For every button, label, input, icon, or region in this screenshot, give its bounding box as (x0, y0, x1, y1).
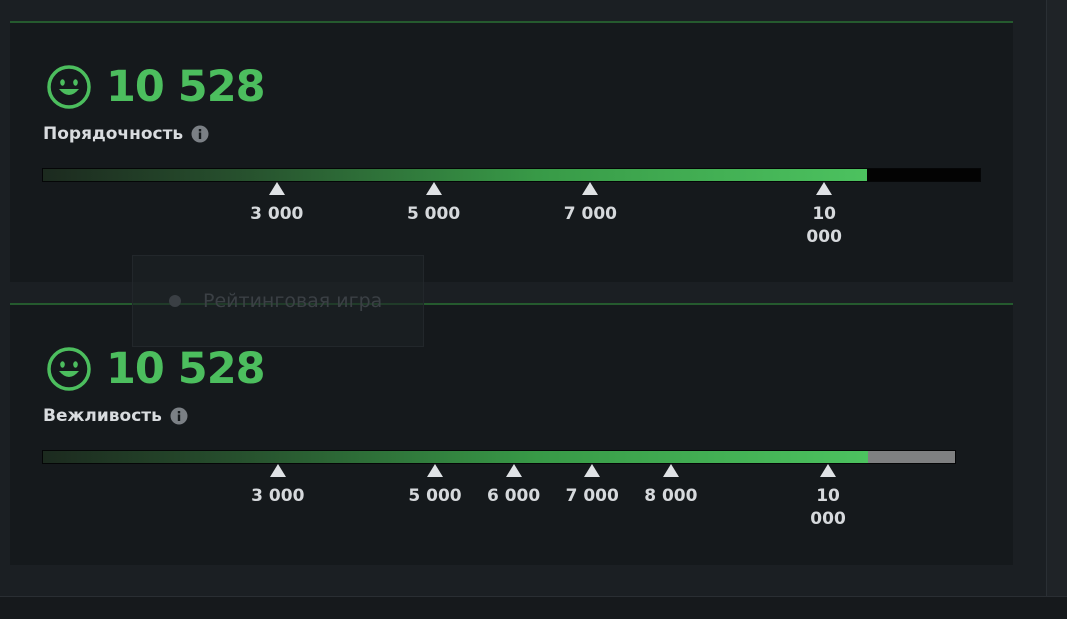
marker-label: 5 000 (406, 204, 461, 224)
marker-label: 8 000 (644, 486, 698, 506)
marker-label: 5 000 (408, 486, 462, 506)
progress-fill (43, 169, 867, 181)
bullet-icon (169, 295, 181, 307)
politeness-progress-bar (42, 450, 956, 464)
marker-label: 6 000 (486, 486, 541, 506)
marker-triangle-icon (269, 464, 286, 477)
marker-triangle-icon (268, 182, 285, 195)
conduct-label: Порядочность (43, 124, 184, 144)
info-icon[interactable] (191, 125, 209, 143)
marker-triangle-icon (582, 182, 599, 195)
politeness-label: Вежливость (43, 406, 162, 426)
marker-triangle-icon (820, 464, 837, 477)
marker-label: 7 000 (565, 486, 619, 506)
smile-icon (47, 347, 91, 391)
score-row: 10 528 (46, 344, 266, 394)
progress-fill (43, 451, 868, 463)
marker-triangle-icon (505, 464, 522, 477)
label-row: Порядочность (43, 124, 209, 144)
conduct-progress-bar (42, 168, 981, 182)
label-row: Вежливость (43, 406, 188, 426)
score-value: 10 528 (106, 344, 266, 394)
right-scroll-strip (1046, 0, 1067, 596)
bottom-bar (0, 596, 1067, 619)
score-row: 10 528 (46, 62, 266, 112)
marker-label: 10 000 (810, 486, 846, 529)
score-value: 10 528 (106, 62, 266, 112)
marker-triangle-icon (427, 464, 444, 477)
marker-triangle-icon (425, 182, 442, 195)
marker-label: 3 000 (250, 204, 304, 224)
marker-label: 3 000 (251, 486, 305, 506)
conduct-panel: 10 528 Порядочность 3 000 5 000 7 000 10 00… (10, 21, 1013, 282)
marker-label: 7 000 (563, 204, 617, 224)
marker-label: 10 000 (806, 204, 842, 247)
faded-tooltip: Рейтинговая игра (132, 255, 424, 347)
smile-icon (47, 65, 91, 109)
progress-remainder (868, 451, 955, 463)
marker-triangle-icon (816, 182, 833, 195)
marker-triangle-icon (584, 464, 601, 477)
marker-triangle-icon (662, 464, 679, 477)
tooltip-text: Рейтинговая игра (203, 290, 383, 312)
info-icon[interactable] (170, 407, 188, 425)
progress-remainder (867, 169, 980, 181)
